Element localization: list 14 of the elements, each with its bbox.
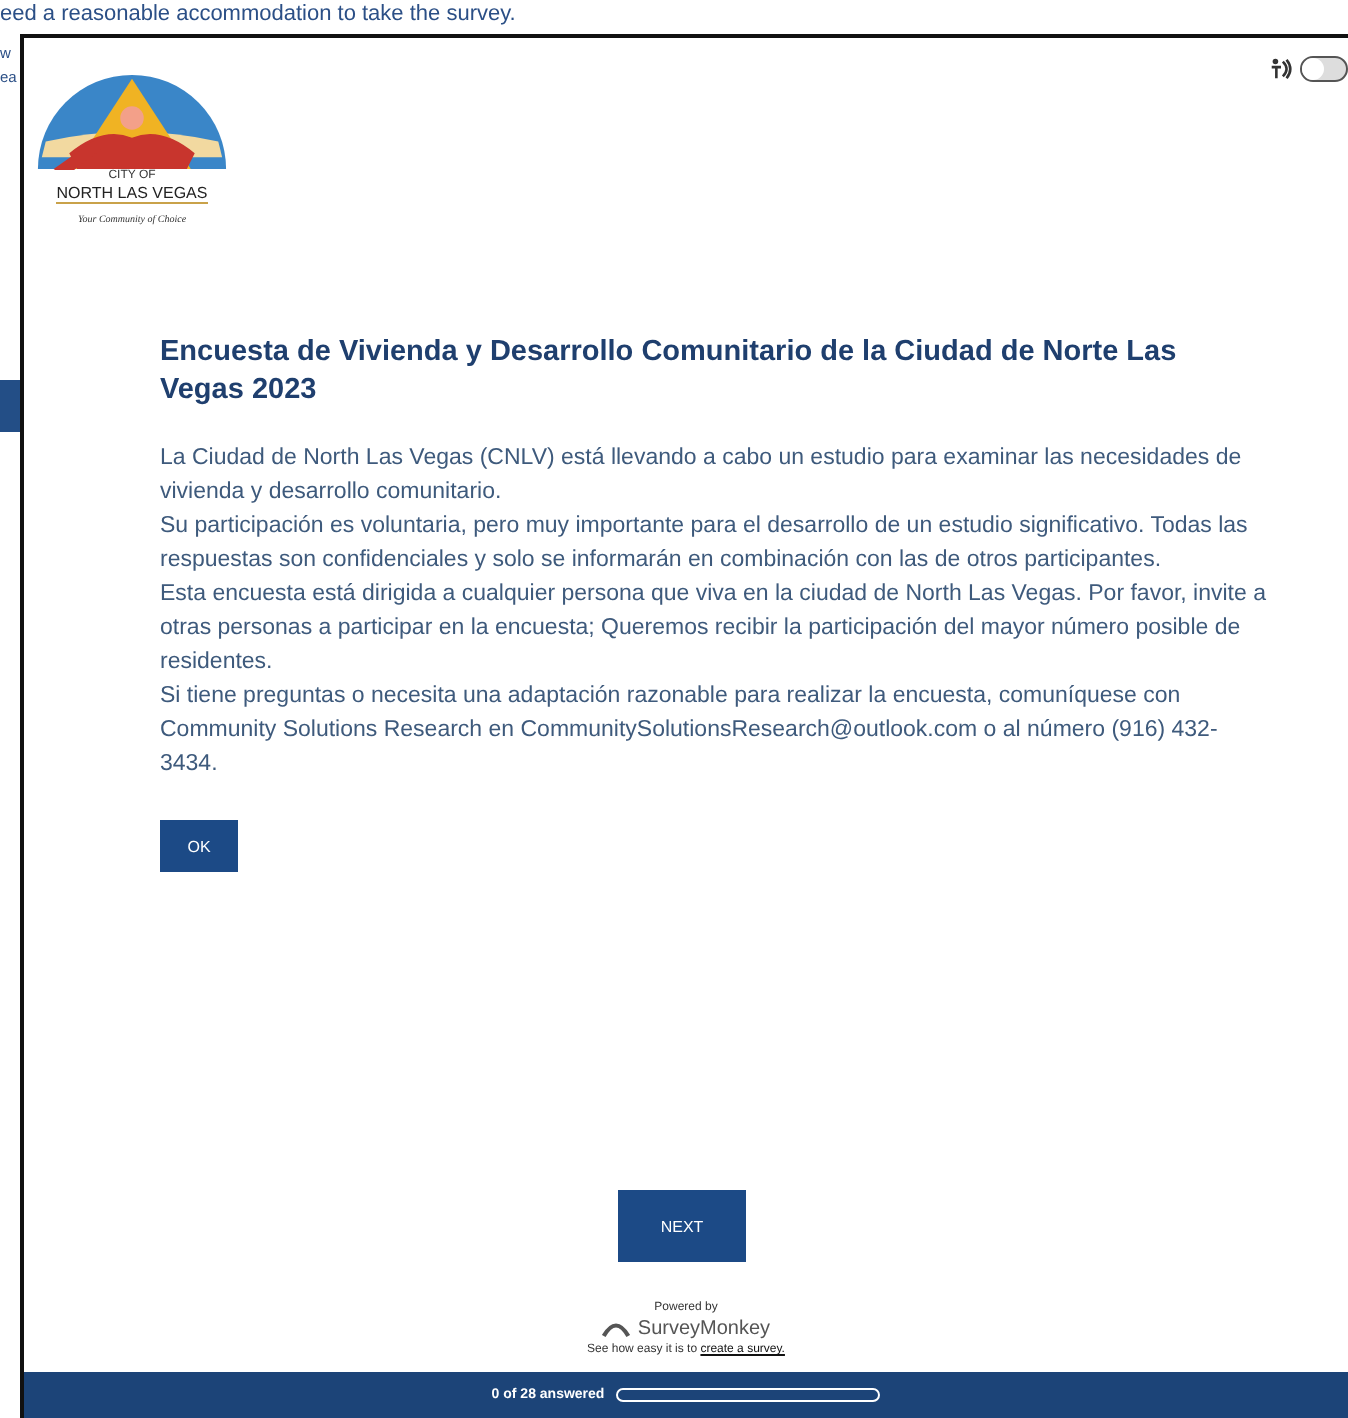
brand-name: SurveyMonkey [637,1318,771,1340]
intro-paragraph: La Ciudad de North Las Vegas (CNLV) está llevando a cabo un estudio para examinar las necesidades de vivienda y desarrollo comunitario. [160,444,1244,508]
ok-button[interactable]: OK [160,820,238,872]
intro-paragraph: Su participación es voluntaria, pero muy importante para el desarrollo de un estudio significativo. Todas las respuestas son confidenciales y solo se informarán en combinación con las de otros participantes. [160,512,1250,576]
brand-logo-icon [601,1320,630,1338]
intro-paragraph: Si tiene preguntas o necesita una adaptación razonable para realizar la encuesta, comuníquese con Community Solutions Research en CommunitySolutionsResearch@outlook.com o al número (916) 432-3434. [160,682,1220,780]
background-text: eed a reasonable accommodation to take the survey. [0,2,518,28]
accessibility-icon[interactable] [1268,55,1294,81]
logo-text: NORTH LAS VEGAS [56,184,208,204]
toggle-switch[interactable] [1300,55,1348,81]
city-emblem-icon [34,70,230,170]
next-button[interactable]: NEXT [618,1190,746,1262]
survey-title: Encuesta de Vivienda y Desarrollo Comunitario de la Ciudad de Norte Las Vegas 2023 [160,334,1179,410]
intro-paragraph: Esta encuesta está dirigida a cualquier persona que viva en la ciudad de North Las Vegas. Por favor, invite a otras personas a participar en la encuesta; Queremos recibir la participación del mayor número posible de residentes. [160,580,1268,678]
